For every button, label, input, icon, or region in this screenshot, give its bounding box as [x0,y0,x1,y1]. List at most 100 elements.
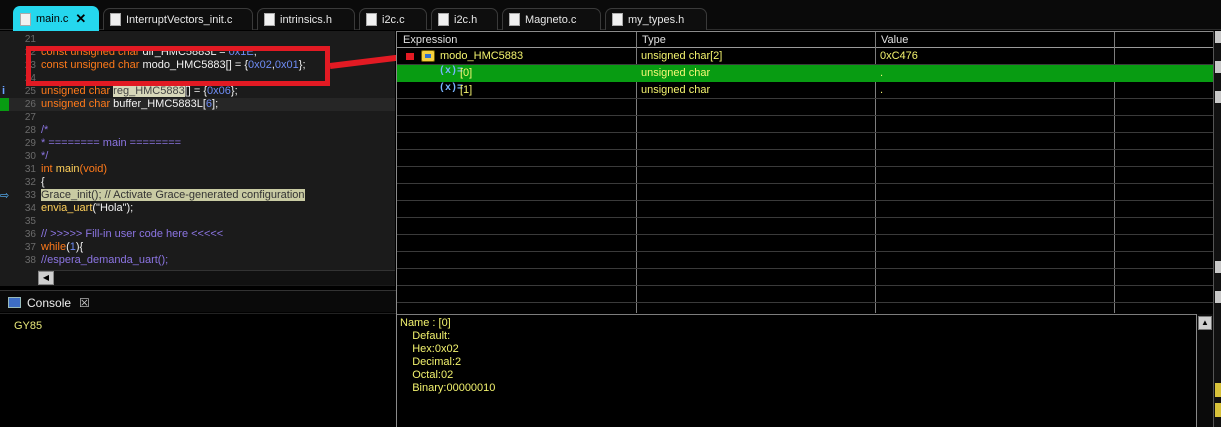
line-number: 26 [24,99,36,110]
code-token: ]; [212,98,219,110]
line-number: 21 [24,34,36,45]
code-token: [] = { [184,85,208,97]
header-file-icon [438,13,449,26]
code-text: int main(void) [41,163,107,176]
console-tab-label: Console [27,295,72,310]
code-text: while(1){ [41,241,83,254]
header-file-icon [264,13,275,26]
code-line[interactable]: 21 [0,33,395,46]
code-line[interactable]: 32 { [0,176,395,189]
code-line[interactable]: 38 //espera_demanda_uart(); [0,254,395,267]
editor-tab[interactable]: intrinsics.h [257,8,355,30]
expression-value: 0xC476 [880,50,918,62]
line-number: 28 [24,125,36,136]
editor-tab-strip: main.c ✕ InterruptVectors_init.c intrinsics… [0,0,1221,31]
code-token: reg_HMC5883 [113,85,185,97]
editor-tab[interactable]: InterruptVectors_init.c [103,8,253,30]
code-line[interactable]: 28 /* [0,124,395,137]
annotation-highlight-box [26,46,330,86]
code-text: /* [41,124,48,137]
code-text: Grace_init(); // Activate Grace-generate… [41,189,305,202]
code-token: buffer_HMC5883L[ [113,98,206,110]
expression-row[interactable]: (x)= [1] unsigned char. [397,82,1217,99]
collapse-toggle-icon[interactable] [406,53,414,60]
editor-horizontal-scrollbar[interactable]: ◀ [38,270,395,285]
code-line[interactable]: 31 int main(void) [0,163,395,176]
expression-details-pane[interactable]: Name : [0] Default: Hex:0x02 Decimal:2 O… [397,314,1196,427]
scroll-left-button[interactable]: ◀ [38,271,54,285]
code-line[interactable]: 37 while(1){ [0,241,395,254]
editor-tab-label: main.c [36,13,69,25]
code-token: * ======== main ======== [41,137,182,149]
editor-tab-label: i2c.h [454,13,478,26]
code-line[interactable]: 35 [0,215,395,228]
line-number: 36 [24,229,36,240]
line-number: 31 [24,164,36,175]
code-line[interactable]: ⇨ 33 Grace_init(); // Activate Grace-gene… [0,189,395,202]
close-icon[interactable]: ✕ [75,11,86,27]
code-token: 0x06 [207,85,231,97]
editor-tab-label: InterruptVectors_init.c [126,13,233,26]
code-line[interactable]: 30 */ [0,150,395,163]
scroll-up-button[interactable]: ▲ [1198,316,1212,330]
console-tab[interactable]: Console ☒ [8,294,90,311]
line-number: 35 [24,216,36,227]
expression-name: [0] [460,67,473,79]
editor-tab-label: my_types.h [628,13,685,26]
line-number: 34 [24,203,36,214]
c-file-icon [110,13,121,26]
right-panel-edge [1213,31,1221,427]
c-file-icon [366,13,377,26]
code-text: unsigned char buffer_HMC5883L[6]; [41,98,218,111]
editor-tab[interactable]: i2c.c [359,8,427,30]
info-marker-icon[interactable]: i [2,85,5,97]
panel-edge-block [1215,31,1221,43]
code-token: /* [41,124,49,136]
code-token: int [41,163,56,175]
column-header-expression[interactable]: Expression [403,33,457,47]
code-line[interactable]: 36 // >>>>> Fill-in user code here <<<<< [0,228,395,241]
line-number: 38 [24,255,36,266]
editor-tab[interactable]: Magneto.c [502,8,601,30]
editor-tab[interactable]: my_types.h [605,8,707,30]
panel-edge-block [1215,91,1221,103]
code-line[interactable]: 26 unsigned char buffer_HMC5883L[6]; [0,98,395,111]
expressions-view[interactable]: Expression Type Value modo_HMC5883 unsign… [396,31,1221,427]
row-divider [397,115,1217,116]
row-divider [397,234,1217,235]
console-output-text: GY85 [14,320,43,332]
row-divider [397,183,1217,184]
editor-tab[interactable]: main.c ✕ [13,6,99,31]
detail-line: Octal:02 [400,369,454,381]
code-token: }; [230,85,238,97]
row-divider [397,268,1217,269]
editor-tab[interactable]: i2c.h [431,8,498,30]
code-token: envia_uart [41,202,93,214]
console-icon [8,297,21,308]
header-file-icon [612,13,623,26]
code-line[interactable]: 27 [0,111,395,124]
close-icon[interactable]: ☒ [79,296,90,310]
code-token: Grace_init(); // Activate Grace-generate… [41,189,305,201]
row-divider [397,302,1217,303]
code-token: ("Hola"); [92,202,134,214]
line-number: 32 [24,177,36,188]
panel-edge-marker [1215,383,1221,397]
expression-row[interactable]: (x)= [0] unsigned char. [397,65,1217,82]
detail-line: Binary:00000010 [400,382,496,394]
column-header-value[interactable]: Value [881,33,908,47]
details-scrollbar[interactable]: ▲ [1196,314,1213,427]
column-header-type[interactable]: Type [642,33,666,47]
expression-row[interactable]: modo_HMC5883 unsigned char[2] 0xC476 [397,48,1217,65]
detail-line: Hex:0x02 [400,343,459,355]
code-line[interactable]: i 25 unsigned char reg_HMC5883[] = {0x06}; [0,85,395,98]
row-divider [397,285,1217,286]
code-line[interactable]: 34 envia_uart("Hola"); [0,202,395,215]
code-token: main [55,163,80,175]
line-number: 33 [24,190,36,201]
code-line[interactable]: 29 * ======== main ======== [0,137,395,150]
code-text: unsigned char reg_HMC5883[] = {0x06}; [41,85,238,98]
breakpoint-marker-icon[interactable] [0,98,9,111]
c-file-icon [20,12,31,26]
console-output-area[interactable]: GY85 [0,313,396,427]
